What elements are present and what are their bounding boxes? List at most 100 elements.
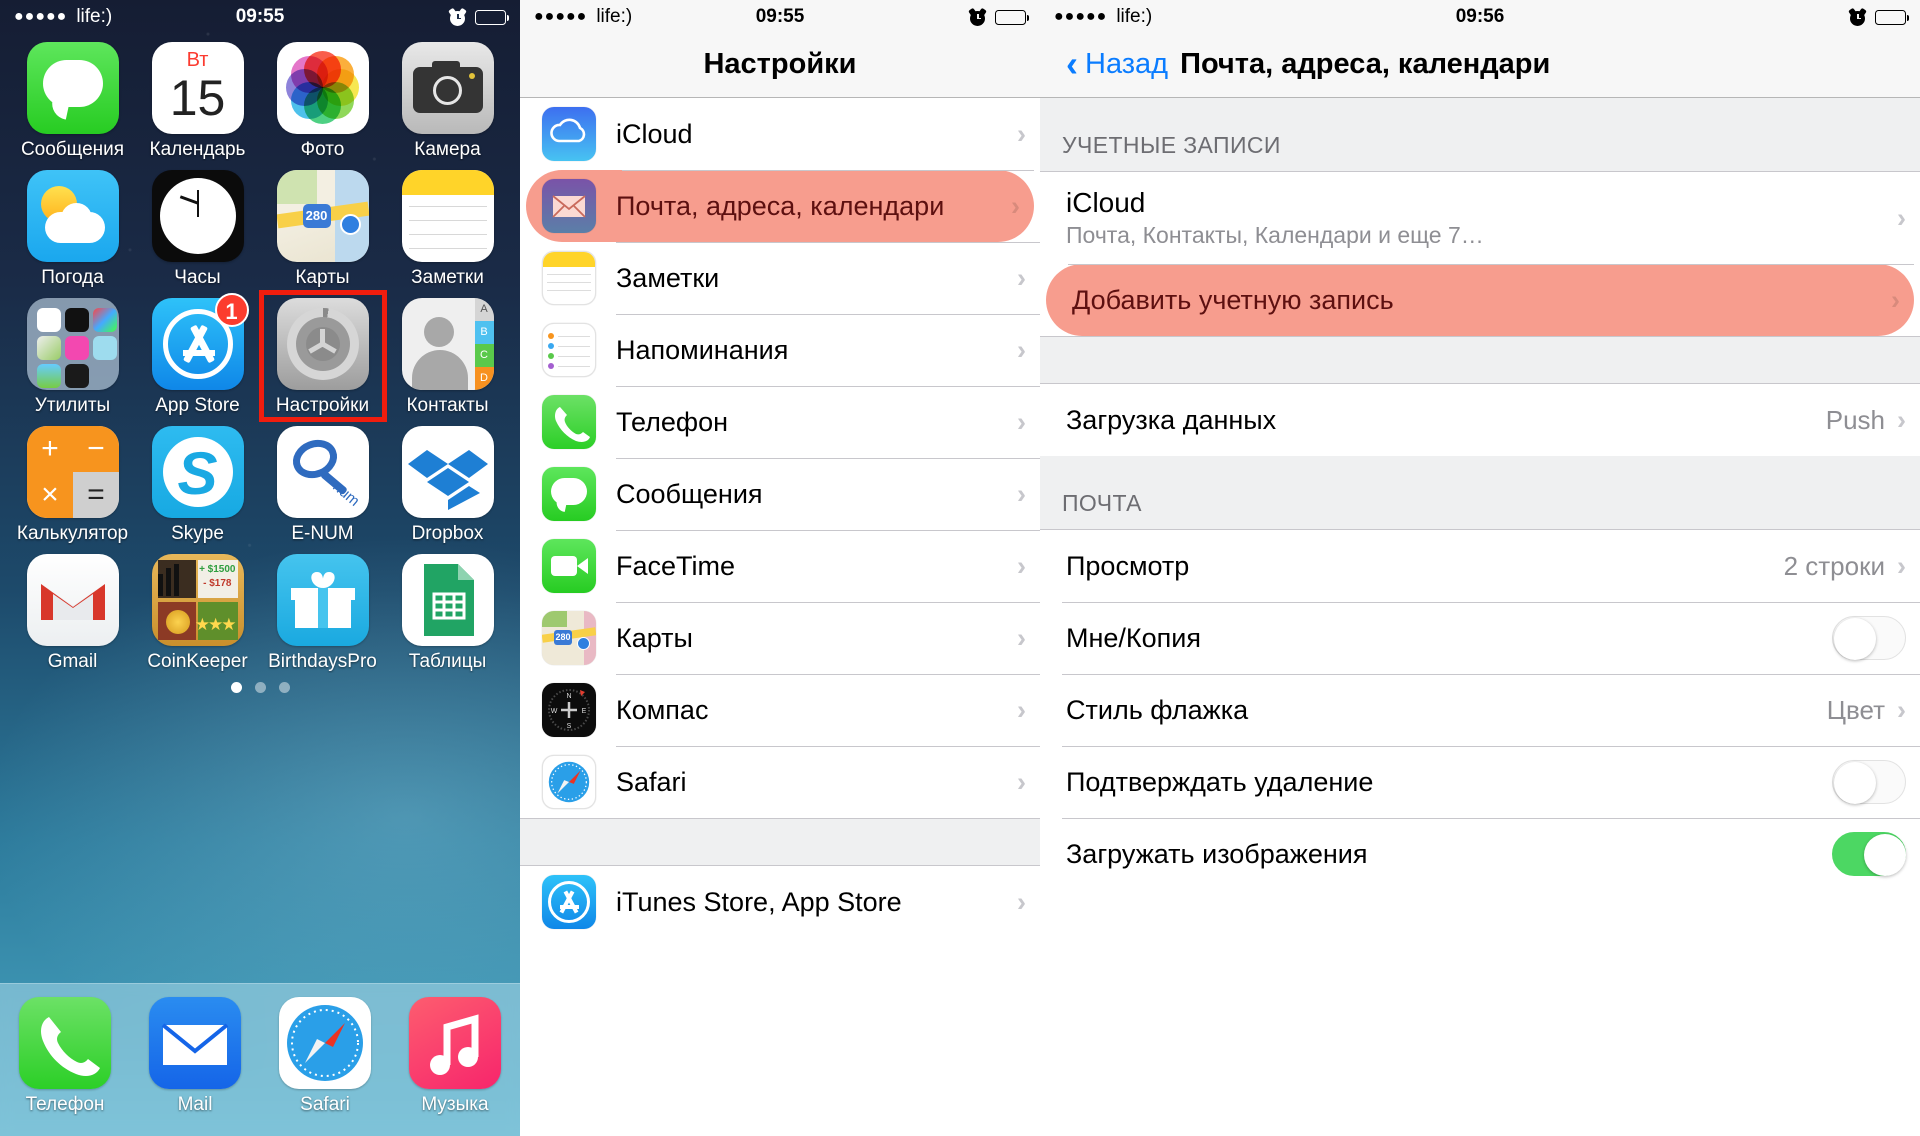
cc-me-row[interactable]: Мне/Копия — [1040, 602, 1920, 674]
chevron-right-icon: › — [1897, 404, 1906, 435]
contacts-icon: A B C D — [401, 298, 494, 390]
settings-row-safari[interactable]: Safari › — [520, 746, 1040, 818]
add-account-row[interactable]: Добавить учетную запись › — [1046, 264, 1914, 336]
confirm-delete-toggle[interactable] — [1832, 760, 1906, 804]
settings-row-itunes-app-store[interactable]: iTunes Store, App Store › — [520, 866, 1040, 938]
svg-text:N: N — [566, 693, 571, 700]
load-images-toggle[interactable] — [1832, 832, 1906, 876]
dock-item-phone[interactable]: Телефон — [9, 997, 121, 1116]
dock-item-music[interactable]: Музыка — [399, 997, 511, 1116]
settings-icon — [276, 298, 369, 390]
load-images-row[interactable]: Загружать изображения — [1040, 818, 1920, 890]
app-sheets[interactable]: Таблицы — [392, 554, 504, 673]
maps-icon: 280 — [276, 170, 369, 262]
settings-panel: ●●●●● life:) 09:55 Настройки iCloud › По… — [520, 0, 1040, 1136]
dock-item-safari[interactable]: Safari — [269, 997, 381, 1116]
app-label: Заметки — [411, 267, 484, 288]
app-app-store[interactable]: 1 App Store — [142, 293, 254, 417]
settings-row-phone[interactable]: Телефон › — [520, 386, 1040, 458]
page-dot[interactable] — [254, 682, 266, 693]
app-label: Gmail — [47, 651, 98, 672]
settings-row-notes[interactable]: Заметки › — [520, 242, 1040, 314]
account-label: iCloud — [1066, 187, 1146, 218]
signal-dots-icon: ●●●●● — [1054, 8, 1108, 25]
chevron-right-icon: › — [1891, 284, 1900, 315]
settings-row-reminders[interactable]: Напоминания › — [520, 314, 1040, 386]
fetch-data-label: Загрузка данных — [1066, 404, 1277, 435]
app-label: BirthdaysPro — [268, 651, 377, 672]
settings-row-mail-contacts-calendars[interactable]: Почта, адреса, календари › — [526, 170, 1034, 242]
account-sublabel: Почта, Контакты, Календари и еще 7… — [1066, 222, 1484, 248]
settings-row-facetime[interactable]: FaceTime › — [520, 530, 1040, 602]
settings-row-messages[interactable]: Сообщения › — [520, 458, 1040, 530]
app-calculator[interactable]: + − × = Калькулятор — [17, 426, 129, 545]
app-messages[interactable]: Сообщения — [17, 42, 129, 161]
app-contacts[interactable]: A B C D Контакты — [392, 298, 504, 417]
settings-row-compass[interactable]: N S E W Компас › — [520, 674, 1040, 746]
app-maps[interactable]: 280 Карты — [267, 170, 379, 289]
contacts-tab-a: A — [474, 298, 494, 321]
app-skype[interactable]: S Skype — [142, 426, 254, 545]
confirm-delete-row[interactable]: Подтверждать удаление — [1040, 746, 1920, 818]
clock-icon — [151, 170, 244, 262]
app-weather[interactable]: Погода — [17, 170, 129, 289]
app-label: Калькулятор — [16, 523, 129, 544]
contacts-tab-d: D — [474, 367, 494, 390]
cc-me-toggle[interactable] — [1832, 616, 1906, 660]
app-settings[interactable]: Настройки — [258, 290, 387, 422]
app-camera[interactable]: Камера — [392, 42, 504, 161]
svg-text:E: E — [582, 708, 587, 715]
alarm-clock-icon — [968, 7, 987, 26]
reminders-icon — [542, 323, 596, 377]
chevron-right-icon: › — [1017, 694, 1026, 725]
status-bar-detail: ●●●●● life:) 09:56 — [1040, 0, 1920, 34]
app-grid: Сообщения Вт 15 Календарь Фото Камера По… — [0, 34, 520, 693]
app-label: Фото — [300, 139, 345, 160]
skype-icon: S — [151, 426, 244, 518]
app-enum[interactable]: num E-NUM — [267, 426, 379, 545]
settings-row-maps[interactable]: 280 Карты › — [520, 602, 1040, 674]
dock-item-mail[interactable]: Mail — [139, 997, 251, 1116]
calendar-icon: Вт 15 — [151, 42, 244, 134]
app-notes[interactable]: Заметки — [392, 170, 504, 289]
page-dot[interactable] — [230, 682, 242, 693]
account-row-icloud[interactable]: iCloud Почта, Контакты, Календари и еще … — [1040, 172, 1920, 264]
app-calendar[interactable]: Вт 15 Календарь — [142, 42, 254, 161]
page-title: Почта, адреса, календари — [1180, 48, 1551, 80]
badge-count: 1 — [214, 293, 249, 327]
calendar-day: 15 — [169, 70, 226, 126]
section-gap — [1040, 336, 1920, 384]
enum-icon: num — [276, 426, 369, 518]
dock-label: Телефон — [25, 1094, 105, 1115]
settings-row-label: FaceTime — [616, 550, 736, 581]
app-coinkeeper[interactable]: + $1500 - $178 ★★★ CoinKeeper — [142, 554, 254, 673]
preview-row[interactable]: Просмотр 2 строки › — [1040, 530, 1920, 602]
load-images-label: Загружать изображения — [1066, 838, 1368, 869]
app-birthdayspro[interactable]: BirthdaysPro — [267, 554, 379, 673]
mail-options-list: Просмотр 2 строки › Мне/Копия Стиль флаж… — [1040, 530, 1920, 890]
app-dropbox[interactable]: Dropbox — [392, 426, 504, 545]
app-clock[interactable]: Часы — [142, 170, 254, 289]
app-gmail[interactable]: Gmail — [17, 554, 129, 673]
app-label: Контакты — [406, 395, 489, 416]
fetch-data-row[interactable]: Загрузка данных Push › — [1040, 384, 1920, 456]
page-dot[interactable] — [278, 682, 290, 693]
chevron-left-icon[interactable]: ‹ — [1066, 46, 1078, 82]
signal-dots-icon: ●●●●● — [14, 8, 68, 25]
status-bar-home: ●●●●● life:) 09:55 — [0, 0, 520, 34]
app-photos[interactable]: Фото — [267, 42, 379, 161]
preview-value: 2 строки — [1783, 550, 1885, 581]
chevron-right-icon: › — [1017, 766, 1026, 797]
back-button[interactable]: Назад — [1085, 48, 1168, 81]
battery-icon — [995, 9, 1030, 25]
app-store-icon — [542, 875, 596, 929]
preview-label: Просмотр — [1066, 550, 1190, 581]
app-label: Skype — [171, 523, 224, 544]
add-account-label: Добавить учетную запись — [1072, 284, 1394, 315]
page-indicator-dots[interactable] — [10, 682, 510, 693]
compass-icon: N S E W — [542, 683, 596, 737]
flag-style-row[interactable]: Стиль флажка Цвет › — [1040, 674, 1920, 746]
settings-row-icloud[interactable]: iCloud › — [520, 98, 1040, 170]
app-utilities-folder[interactable]: Утилиты — [17, 298, 129, 417]
chevron-right-icon: › — [1897, 550, 1906, 581]
